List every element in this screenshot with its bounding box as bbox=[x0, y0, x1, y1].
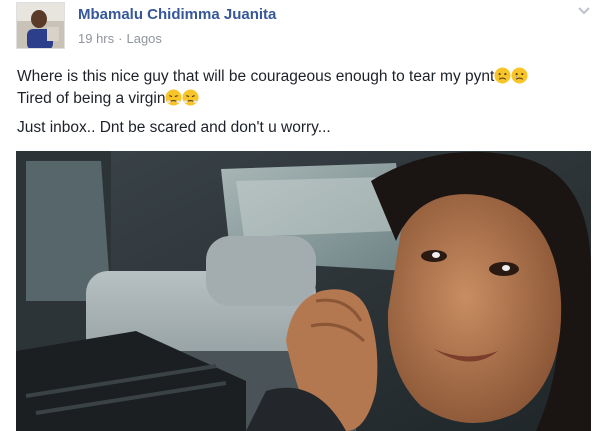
steam-from-nose-face-icon bbox=[165, 89, 183, 106]
post-line-2: Tired of being a virgin bbox=[17, 88, 597, 110]
post-location[interactable]: Lagos bbox=[126, 31, 161, 46]
author-name-link[interactable]: Mbamalu Chidimma Juanita bbox=[78, 6, 276, 23]
post-line-2-text: Tired of being a virgin bbox=[17, 90, 166, 107]
post-meta: 19 hrs · Lagos bbox=[78, 31, 162, 46]
crying-face-icon bbox=[494, 67, 511, 84]
post-line-1-text: Where is this nice guy that will be cour… bbox=[17, 68, 495, 85]
post-timestamp[interactable]: 19 hrs bbox=[78, 31, 114, 46]
crying-face-icon bbox=[511, 67, 528, 84]
facebook-post: Mbamalu Chidimma Juanita 19 hrs · Lagos Wh… bbox=[0, 0, 600, 431]
avatar[interactable] bbox=[16, 2, 65, 49]
post-text: Where is this nice guy that will be cour… bbox=[17, 66, 597, 139]
post-photo[interactable] bbox=[16, 151, 591, 431]
meta-separator: · bbox=[118, 31, 123, 46]
post-line-3: Just inbox.. Dnt be scared and don't u w… bbox=[17, 119, 331, 136]
steam-from-nose-face-icon bbox=[182, 89, 200, 106]
chevron-down-icon[interactable] bbox=[575, 4, 593, 18]
post-line-1: Where is this nice guy that will be cour… bbox=[17, 66, 597, 88]
